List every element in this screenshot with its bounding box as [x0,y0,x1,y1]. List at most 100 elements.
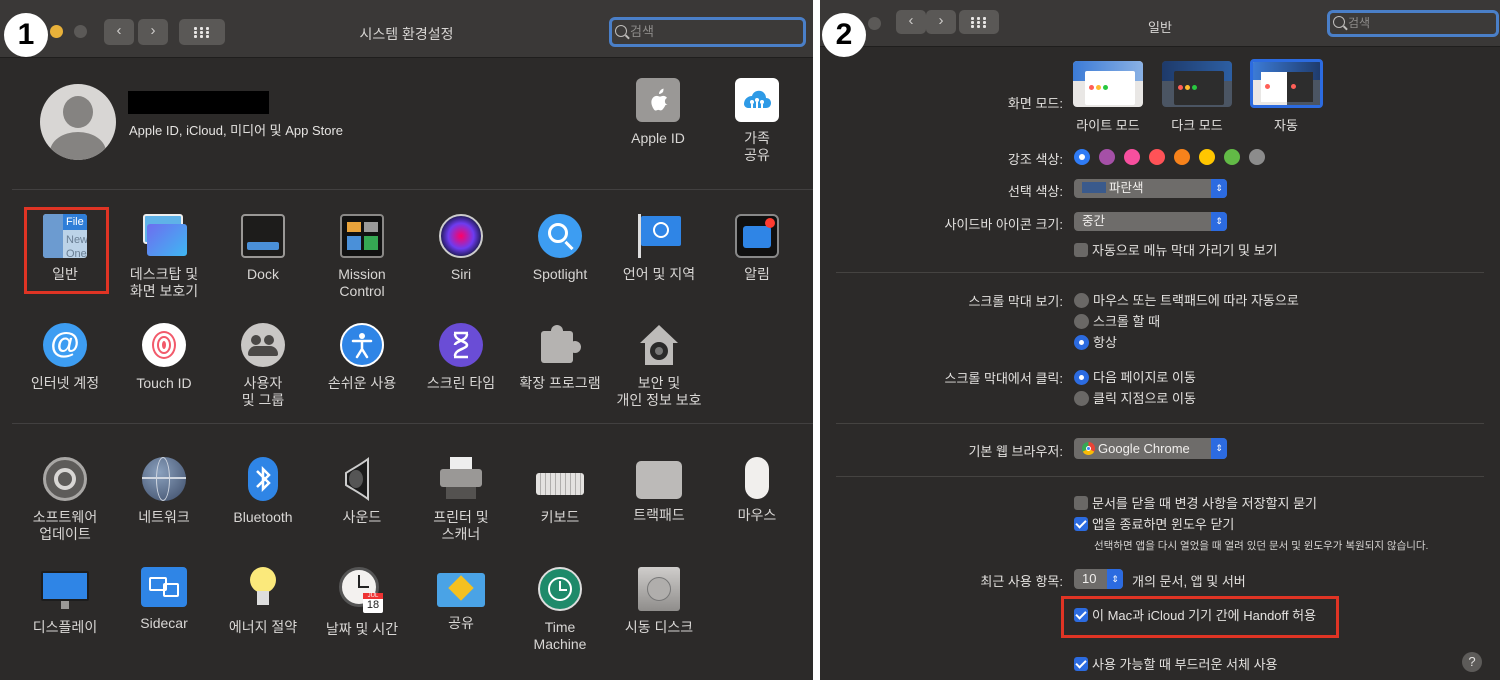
close-windows-checkbox[interactable]: 앱을 종료하면 윈도우 닫기 [1074,514,1234,533]
scroll-option-when-scrolling[interactable]: 스크롤 할 때 [1074,311,1160,330]
pref-language-region[interactable]: 언어 및 지역 [610,214,708,283]
recent-items-value: 10 [1082,571,1097,586]
clock-calendar-icon: JUL 18 [339,567,385,613]
appearance-option-auto[interactable]: 자동 [1251,115,1321,134]
recent-items-popup[interactable]: 10 ⇕ [1074,569,1123,589]
appearance-light-thumbnail[interactable] [1073,61,1143,107]
ask-keep-changes-checkbox[interactable]: 문서를 닫을 때 변경 사항을 저장할지 묻기 [1074,493,1317,512]
search-field[interactable]: 검색 [1327,10,1499,37]
click-option-next-page[interactable]: 다음 페이지로 이동 [1074,367,1196,386]
auto-hide-menu-bar-checkbox[interactable]: 자동으로 메뉴 막대 가리기 및 보기 [1074,240,1278,259]
pref-users-groups[interactable]: 사용자 및 그룹 [214,323,312,409]
pref-family-sharing[interactable]: 가족 공유 [708,78,806,164]
appearance-auto-thumbnail[interactable] [1250,59,1323,108]
highlight-color-label: 선택 색상: [1007,184,1063,199]
pref-bluetooth[interactable]: Bluetooth [214,457,312,526]
search-placeholder: 검색 [630,24,654,39]
pref-time-machine[interactable]: Time Machine [511,567,609,653]
pref-trackpad[interactable]: 트랙패드 [610,457,708,524]
accent-color-swatch[interactable] [1174,149,1190,165]
search-placeholder: 검색 [1348,16,1371,30]
highlight-color-popup[interactable]: 파란색 ⇕ [1074,179,1227,198]
family-sharing-icon [735,78,779,122]
sidecar-icon [141,567,187,607]
sidebar-icon-size-label: 사이드바 아이콘 크기: [944,217,1063,232]
pref-date-time[interactable]: JUL 18 날짜 및 시간 [313,567,411,638]
divider [12,423,813,424]
divider [836,423,1484,424]
pref-siri[interactable]: Siri [412,214,510,283]
pref-apple-id[interactable]: Apple ID [609,78,707,147]
scroll-option-always[interactable]: 항상 [1074,332,1117,351]
default-browser-popup[interactable]: Google Chrome ⇕ [1074,438,1227,459]
pref-spotlight[interactable]: Spotlight [511,214,609,283]
recent-items-suffix: 개의 문서, 앱 및 서버 [1132,574,1246,589]
pref-sound[interactable]: 사운드 [313,457,411,526]
pref-software-update[interactable]: 소프트웨어 업데이트 [16,457,114,543]
font-smoothing-checkbox[interactable]: 사용 가능할 때 부드러운 서체 사용 [1074,654,1278,673]
mission-control-icon [340,214,384,258]
pref-extensions[interactable]: 확장 프로그램 [511,323,609,392]
checkbox-box[interactable] [1074,657,1088,671]
radio-button[interactable] [1074,391,1089,406]
pref-printers-scanners[interactable]: 프린터 및 스캐너 [412,457,510,543]
scroll-option-label: 마우스 또는 트랙패드에 따라 자동으로 [1093,293,1299,308]
pref-touch-id[interactable]: Touch ID [115,323,213,392]
radio-button[interactable] [1074,335,1089,350]
close-windows-note: 선택하면 앱을 다시 열었을 때 열려 있던 문서 및 윈도우가 복원되지 않습… [1094,540,1429,552]
pref-label: 인터넷 계정 [30,375,100,391]
click-option-clicked-spot[interactable]: 클릭 지점으로 이동 [1074,388,1196,407]
pref-label: 키보드 [540,509,580,525]
pref-network[interactable]: 네트워크 [115,457,213,526]
pref-label: 알림 [744,266,770,282]
accent-color-swatch[interactable] [1224,149,1240,165]
pref-sidecar[interactable]: Sidecar [115,567,213,632]
checkbox-box[interactable] [1074,517,1088,531]
pref-label: 언어 및 지역 [622,266,696,282]
appearance-dark-thumbnail[interactable] [1162,61,1232,107]
pref-mouse[interactable]: 마우스 [708,457,806,524]
radio-button[interactable] [1074,370,1089,385]
user-avatar[interactable] [40,84,116,160]
accent-color-swatch[interactable] [1249,149,1265,165]
pref-sharing[interactable]: 공유 [412,567,510,632]
accent-color-swatch[interactable] [1124,149,1140,165]
pref-keyboard[interactable]: 키보드 [511,457,609,526]
accent-color-swatch[interactable] [1199,149,1215,165]
pref-energy-saver[interactable]: 에너지 절약 [214,567,312,636]
appearance-option-light[interactable]: 라이트 모드 [1073,115,1143,134]
accent-color-label: 강조 색상: [1007,152,1063,167]
appearance-label: 화면 모드: [1007,96,1063,111]
selected-dot [1079,154,1085,160]
pref-screen-time[interactable]: 스크린 타임 [412,323,510,392]
checkbox-box[interactable] [1074,496,1088,510]
pref-desktop-screensaver[interactable]: 데스크탑 및 화면 보호기 [115,214,213,300]
pref-displays[interactable]: 디스플레이 [16,567,114,636]
dock-icon [241,214,285,258]
pref-internet-accounts[interactable]: @ 인터넷 계정 [16,323,114,392]
fingerprint-icon [142,323,186,367]
sidebar-icon-size-popup[interactable]: 중간 ⇕ [1074,212,1227,231]
radio-button[interactable] [1074,314,1089,329]
pref-accessibility[interactable]: 손쉬운 사용 [313,323,411,392]
highlight-box-general [24,207,109,294]
appearance-option-dark[interactable]: 다크 모드 [1162,115,1232,134]
users-icon [241,323,285,367]
search-field[interactable]: 검색 [609,17,806,47]
pref-dock[interactable]: Dock [214,214,312,283]
chevron-updown-icon: ⇕ [1107,569,1123,589]
pref-notifications[interactable]: 알림 [708,214,806,283]
accent-color-swatch[interactable] [1149,149,1165,165]
pref-startup-disk[interactable]: 시동 디스크 [610,567,708,636]
step-badge-1: 1 [4,13,48,57]
checkbox-box[interactable] [1074,243,1088,257]
accent-color-swatch[interactable] [1074,149,1090,165]
pref-security-privacy[interactable]: 보안 및 개인 정보 보호 [610,323,708,409]
account-name-redacted [128,91,269,114]
accent-color-swatch[interactable] [1099,149,1115,165]
radio-button[interactable] [1074,293,1089,308]
help-button[interactable]: ? [1462,652,1482,672]
pref-mission-control[interactable]: Mission Control [313,214,411,300]
mouse-icon [745,457,769,499]
scroll-option-auto[interactable]: 마우스 또는 트랙패드에 따라 자동으로 [1074,290,1299,309]
